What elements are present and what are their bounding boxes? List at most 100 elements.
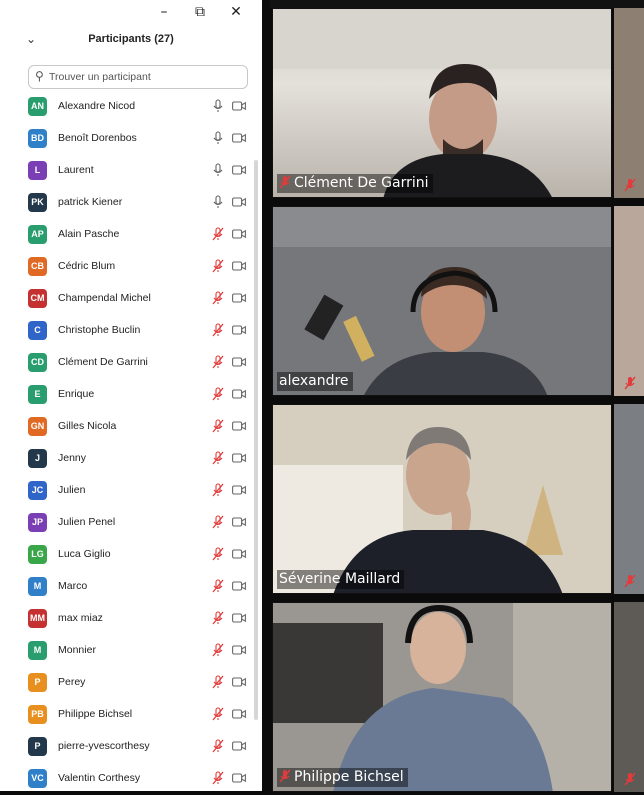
- muted-mic-icon[interactable]: [212, 611, 224, 625]
- video-tile-partial[interactable]: [614, 8, 644, 198]
- participant-row[interactable]: M Monnier: [0, 635, 262, 667]
- camera-icon[interactable]: [232, 421, 246, 431]
- camera-icon[interactable]: [232, 229, 246, 239]
- camera-icon[interactable]: [232, 613, 246, 623]
- participant-name: Philippe Bichsel: [58, 708, 133, 720]
- avatar: AP: [28, 225, 47, 244]
- mic-icon[interactable]: [212, 163, 224, 177]
- video-tile[interactable]: Séverine Maillard: [272, 404, 612, 594]
- camera-icon[interactable]: [232, 197, 246, 207]
- participant-row[interactable]: LG Luca Giglio: [0, 539, 262, 571]
- video-tile[interactable]: Clément De Garrini: [272, 8, 612, 198]
- tile-name: Philippe Bichsel: [294, 769, 404, 785]
- participant-row[interactable]: Ppierre-yvescorthesy: [0, 731, 262, 763]
- participant-row[interactable]: C Christophe Buclin: [0, 315, 262, 347]
- video-tile[interactable]: Philippe Bichsel: [272, 602, 612, 792]
- camera-icon[interactable]: [232, 389, 246, 399]
- participant-row[interactable]: CD Clément De Garrini: [0, 347, 262, 379]
- participants-panel: – ⧉ ✕ ⌄ Participants (27) ⚲ Trouver un p…: [0, 0, 263, 791]
- muted-mic-icon[interactable]: [212, 419, 224, 433]
- participant-name-label: alexandre: [277, 372, 353, 391]
- camera-icon[interactable]: [232, 581, 246, 591]
- participant-row[interactable]: CB Cédric Blum: [0, 251, 262, 283]
- muted-mic-icon[interactable]: [212, 259, 224, 273]
- camera-icon[interactable]: [232, 325, 246, 335]
- search-input[interactable]: ⚲ Trouver un participant: [28, 65, 248, 89]
- participant-row[interactable]: M Marco: [0, 571, 262, 603]
- participant-name: Clément De Garrini: [58, 356, 148, 368]
- camera-icon[interactable]: [232, 741, 246, 751]
- camera-icon[interactable]: [232, 101, 246, 111]
- avatar: MM: [28, 609, 47, 628]
- muted-mic-icon[interactable]: [212, 323, 224, 337]
- avatar: GN: [28, 417, 47, 436]
- muted-mic-icon[interactable]: [212, 579, 224, 593]
- muted-mic-icon[interactable]: [212, 739, 224, 753]
- muted-mic-icon[interactable]: [212, 547, 224, 561]
- participant-name-label: Philippe Bichsel: [277, 768, 408, 787]
- participant-row[interactable]: VC Valentin Corthesy: [0, 763, 262, 795]
- participant-row[interactable]: AP Alain Pasche: [0, 219, 262, 251]
- participant-row[interactable]: MM max miaz: [0, 603, 262, 635]
- participant-row[interactable]: PK patrick Kiener: [0, 187, 262, 219]
- camera-icon[interactable]: [232, 357, 246, 367]
- participant-name: Cédric Blum: [58, 260, 116, 272]
- video-tile-partial[interactable]: [614, 404, 644, 594]
- participant-name: Valentin Corthesy: [58, 772, 141, 784]
- camera-icon[interactable]: [232, 293, 246, 303]
- mic-icon[interactable]: [212, 131, 224, 145]
- participant-name: Champendal Michel: [58, 292, 151, 304]
- camera-icon[interactable]: [232, 677, 246, 687]
- participant-row[interactable]: P Perey: [0, 667, 262, 699]
- muted-mic-icon[interactable]: [212, 675, 224, 689]
- muted-mic-icon[interactable]: [212, 355, 224, 369]
- avatar: LG: [28, 545, 47, 564]
- muted-mic-icon[interactable]: [212, 227, 224, 241]
- camera-icon[interactable]: [232, 485, 246, 495]
- camera-icon[interactable]: [232, 517, 246, 527]
- panel-header: ⌄ Participants (27): [0, 30, 262, 52]
- participant-name: Monnier: [58, 644, 96, 656]
- tile-name: alexandre: [279, 373, 349, 389]
- close-button[interactable]: ✕: [218, 2, 254, 22]
- muted-mic-icon[interactable]: [212, 707, 224, 721]
- muted-mic-icon[interactable]: [212, 771, 224, 785]
- participant-row[interactable]: J Jenny: [0, 443, 262, 475]
- camera-icon[interactable]: [232, 645, 246, 655]
- camera-icon[interactable]: [232, 453, 246, 463]
- participant-row[interactable]: L Laurent: [0, 155, 262, 187]
- camera-icon[interactable]: [232, 165, 246, 175]
- video-tile-partial[interactable]: [614, 602, 644, 792]
- muted-mic-icon[interactable]: [212, 483, 224, 497]
- participant-row[interactable]: BD Benoît Dorenbos: [0, 123, 262, 155]
- camera-icon[interactable]: [232, 709, 246, 719]
- muted-mic-icon[interactable]: [212, 291, 224, 305]
- participant-row[interactable]: E Enrique: [0, 379, 262, 411]
- search-placeholder: Trouver un participant: [49, 71, 151, 83]
- mic-icon[interactable]: [212, 99, 224, 113]
- participant-row[interactable]: PB Philippe Bichsel: [0, 699, 262, 731]
- camera-icon[interactable]: [232, 261, 246, 271]
- camera-icon[interactable]: [232, 773, 246, 783]
- camera-icon[interactable]: [232, 133, 246, 143]
- video-tile-partial[interactable]: [614, 206, 644, 396]
- muted-mic-icon[interactable]: [212, 643, 224, 657]
- avatar: C: [28, 321, 47, 340]
- restore-button[interactable]: ⧉: [182, 2, 218, 22]
- participant-row[interactable]: CM Champendal Michel: [0, 283, 262, 315]
- muted-mic-icon[interactable]: [212, 387, 224, 401]
- muted-mic-icon[interactable]: [212, 515, 224, 529]
- avatar: L: [28, 161, 47, 180]
- participant-row[interactable]: JC Julien: [0, 475, 262, 507]
- participant-row[interactable]: AN Alexandre Nicod: [0, 91, 262, 123]
- muted-mic-icon[interactable]: [212, 451, 224, 465]
- participant-row[interactable]: GN Gilles Nicola: [0, 411, 262, 443]
- muted-mic-icon: [624, 376, 636, 390]
- camera-icon[interactable]: [232, 549, 246, 559]
- scrollbar[interactable]: [254, 160, 258, 720]
- minimize-button[interactable]: –: [146, 2, 182, 22]
- video-tile[interactable]: alexandre: [272, 206, 612, 396]
- muted-mic-icon: [624, 178, 636, 192]
- mic-icon[interactable]: [212, 195, 224, 209]
- participant-row[interactable]: JP Julien Penel: [0, 507, 262, 539]
